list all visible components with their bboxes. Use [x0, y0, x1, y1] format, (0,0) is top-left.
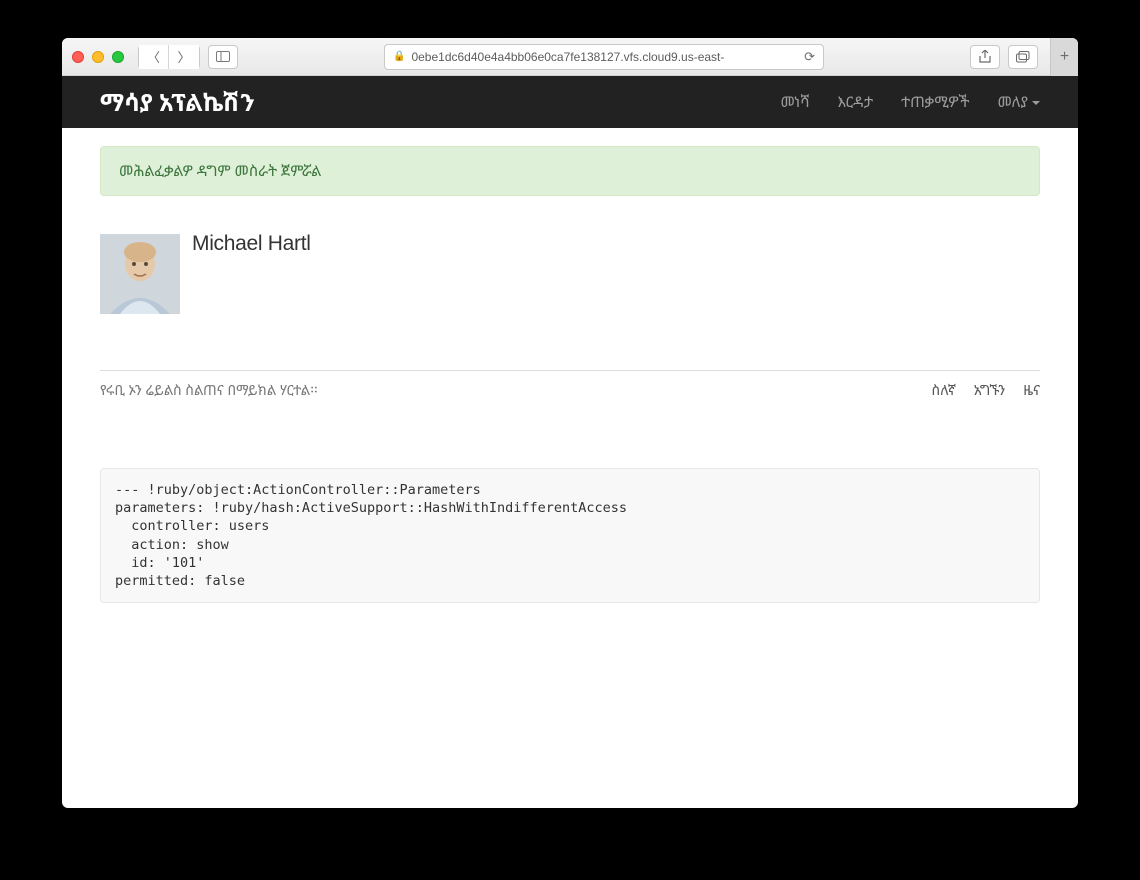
page-content: መሕልፈቃልዎ ዳግም መስራት ጀምሯል Michael Hartl የሩቢ … [62, 128, 1078, 808]
chevron-down-icon [1032, 101, 1040, 105]
tabs-button[interactable] [1008, 45, 1038, 69]
minimize-icon[interactable] [92, 51, 104, 63]
app-navbar: ማሳያ አፕልኬሽን መነሻ እርዳታ ተጠቃሚዎች መለያ [62, 76, 1078, 128]
footer-tagline: የሩቢ ኦን ሬይልስ ስልጠና በማይክል ሃርተል፡፡ [100, 381, 318, 400]
forward-button[interactable]: 〉 [169, 45, 199, 69]
url-text: 0ebe1dc6d40e4a4bb06e0ca7fe138127.vfs.clo… [411, 50, 798, 64]
reload-icon[interactable]: ⟳ [804, 49, 815, 65]
avatar [100, 234, 180, 314]
footer-link-contact[interactable]: አግኙን [974, 381, 1005, 400]
share-button[interactable] [970, 45, 1000, 69]
nav-link-account-label: መለያ [998, 92, 1028, 112]
close-icon[interactable] [72, 51, 84, 63]
window-controls [72, 51, 124, 63]
browser-window: 〈 〉 🔒 0ebe1dc6d40e4a4bb06e0ca7fe138127.v… [62, 38, 1078, 808]
nav-link-home[interactable]: መነሻ [780, 92, 809, 112]
sidebar-toggle-button[interactable] [208, 45, 238, 69]
nav-link-users[interactable]: ተጠቃሚዎች [901, 92, 969, 112]
zoom-icon[interactable] [112, 51, 124, 63]
back-button[interactable]: 〈 [139, 45, 169, 69]
nav-link-account[interactable]: መለያ [998, 92, 1040, 112]
page-footer: የሩቢ ኦን ሬይልስ ስልጠና በማይክል ሃርተል፡፡ ስለኛ አግኙን ዜ… [100, 381, 1040, 400]
toolbar-right [970, 45, 1038, 69]
footer-link-about[interactable]: ስለኛ [931, 381, 955, 400]
browser-titlebar: 〈 〉 🔒 0ebe1dc6d40e4a4bb06e0ca7fe138127.v… [62, 38, 1078, 76]
nav-back-forward: 〈 〉 [138, 45, 200, 69]
flash-success: መሕልፈቃልዎ ዳግም መስራት ጀምሯል [100, 146, 1040, 196]
app-brand[interactable]: ማሳያ አፕልኬሽን [100, 86, 255, 119]
new-tab-button[interactable]: + [1050, 38, 1078, 76]
divider [100, 370, 1040, 371]
profile-section: Michael Hartl [100, 234, 1040, 314]
debug-dump: --- !ruby/object:ActionController::Param… [100, 468, 1040, 603]
lock-icon: 🔒 [393, 51, 405, 62]
footer-links: ስለኛ አግኙን ዜና [931, 381, 1040, 400]
nav-link-help[interactable]: እርዳታ [837, 92, 873, 112]
address-bar[interactable]: 🔒 0ebe1dc6d40e4a4bb06e0ca7fe138127.vfs.c… [384, 44, 824, 70]
profile-name: Michael Hartl [192, 232, 311, 256]
footer-link-news[interactable]: ዜና [1023, 381, 1040, 400]
nav-links: መነሻ እርዳታ ተጠቃሚዎች መለያ [780, 92, 1040, 112]
